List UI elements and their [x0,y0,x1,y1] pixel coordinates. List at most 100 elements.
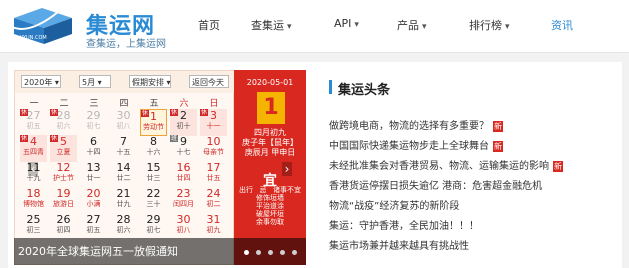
holiday-badge: 休 [20,135,29,142]
calendar-day[interactable]: 29 初七 [140,213,167,240]
day-number: 20 [86,187,101,200]
selected-date: 2020-05-01 [246,78,294,87]
yi-item: 破屋坏垣 [256,210,284,218]
day-number: 28 [116,213,131,226]
calendar-day[interactable]: 12 护士节 [50,161,77,188]
today-button[interactable]: 返回今天 [189,75,229,88]
weekday-label: 六 [179,99,189,109]
day-lunar: 初八 [116,122,131,130]
calendar-day[interactable]: 16 廿四 [170,161,197,188]
day-lunar: 廿四 [176,174,191,182]
calendar-day[interactable]: 休 27 初五 [20,109,47,136]
chevron-down-icon: ▾ [354,20,359,30]
calendar-day[interactable]: 15 廿三 [140,161,167,188]
year-select[interactable]: 2020年 ▾ [21,75,61,88]
calendar-day[interactable]: 17 廿五 [200,161,227,188]
calendar: 2020年 ▾ 5月 ▾ 假期安排 ▾ 返回今天 一二三四五六日 休 27 初五休 2… [14,70,235,265]
calendar-day[interactable]: 21 廿九 [110,187,137,214]
slider-prev-arrow[interactable]: ‹ [28,162,38,176]
yi-item: 余事勿取 [256,218,284,226]
day-lunar: 廿二 [116,174,131,182]
calendar-day[interactable]: 7 十五 [110,135,137,162]
day-lunar: 初七 [146,226,161,234]
nav-home[interactable]: 首页 [198,17,220,33]
slider-next-arrow[interactable]: › [282,162,292,176]
news-item[interactable]: 香港货运停摆日损失逾亿 港商：危害超金融危机 [329,177,542,192]
calendar-day[interactable]: 24 初二 [200,187,227,214]
day-lunar: 闰四月 [173,200,194,208]
calendar-day[interactable]: 30 初八 [170,213,197,240]
day-lunar: 小满 [86,200,101,208]
calendar-day[interactable]: 班 9 十七 [170,135,197,162]
holiday-badge: 休 [50,109,59,116]
day-number: 19 [56,187,71,200]
holiday-badge: 休 [141,110,150,117]
day-lunar: 初五 [26,122,41,130]
calendar-day[interactable]: 6 十四 [80,135,107,162]
yi-item: 平治道涂 [256,202,284,210]
news-item[interactable]: 中国国际快递集运物步走上全球舞台新 [329,137,503,152]
calendar-day[interactable]: 23 闰四月 [170,187,197,214]
day-number: 22 [146,187,161,200]
calendar-day[interactable]: 休 2 初十 [170,109,197,136]
new-badge: 新 [493,141,503,152]
calendar-day[interactable]: 休 3 十一 [200,109,227,136]
calendar-day[interactable]: 29 初七 [80,109,107,136]
day-lunar: 廿三 [146,174,161,182]
site-logo[interactable]: JIYUN.COM 集运网 查集运，上集运网 [8,4,168,50]
day-lunar: 十一 [206,122,221,130]
holiday-badge: 休 [200,109,209,116]
slider-dot[interactable] [280,250,285,255]
nav-query[interactable]: 查集运 ▾ [251,17,292,33]
calendar-day[interactable]: 8 十六 [140,135,167,162]
calendar-day[interactable]: 22 三十 [140,187,167,214]
calendar-day[interactable]: 14 廿二 [110,161,137,188]
day-number: 29 [146,213,161,226]
banner-slider[interactable]: 2020年 ▾ 5月 ▾ 假期安排 ▾ 返回今天 一二三四五六日 休 27 初五休 2… [14,70,306,265]
yi-item: 出行 [239,186,253,194]
nav-api[interactable]: API ▾ [334,17,359,30]
chevron-down-icon: ▾ [422,22,427,32]
calendar-day[interactable]: 30 初八 [110,109,137,136]
nav-ranking[interactable]: 排行榜 ▾ [469,17,510,33]
calendar-day[interactable]: 31 初九 [200,213,227,240]
holiday-select[interactable]: 假期安排 ▾ [129,75,171,88]
day-number: 10 [206,135,221,148]
nav-news[interactable]: 资讯 [551,17,573,33]
calendar-day[interactable]: 休 5 立夏 [50,135,77,162]
day-lunar: 初四 [56,226,71,234]
news-item[interactable]: 集运：守护香港，全民加油！！！ [329,217,479,232]
yi-ji-items: 出行 忌 诸事不宜 修饰垣墙 平治道涂 破屋坏垣 余事勿取 [239,186,301,226]
slider-dot[interactable] [268,250,273,255]
calendar-day[interactable]: 休 28 初六 [50,109,77,136]
slider-dot[interactable] [244,250,249,255]
calendar-day[interactable]: 10 母亲节 [200,135,227,162]
news-item[interactable]: 集运市场兼并越来越具有挑战性 [329,237,469,252]
calendar-day[interactable]: 27 初五 [80,213,107,240]
news-item[interactable]: 未经批准集会对香港贸易、物流、运输集运的影响新 [329,157,563,172]
holiday-badge: 休 [170,109,179,116]
ji-label: 忌 [259,186,267,194]
news-item[interactable]: 物流“战疫”经济复苏的新阶段 [329,197,459,212]
new-badge: 新 [493,121,503,132]
nav-api-label: API [334,17,352,30]
day-lunar: 旅游日 [53,200,74,208]
month-select-value: 5月 [82,78,96,87]
news-item-title: 集运市场兼并越来越具有挑战性 [329,241,469,252]
calendar-day[interactable]: 20 小满 [80,187,107,214]
section-marker [329,80,332,94]
calendar-day[interactable]: 25 初三 [20,213,47,240]
calendar-day[interactable]: 18 博物馆 [20,187,47,214]
calendar-day[interactable]: 28 初六 [110,213,137,240]
slider-dot[interactable] [292,250,297,255]
news-item[interactable]: 做跨境电商，物流的选择有多重要？ 新 [329,117,503,132]
nav-products[interactable]: 产品 ▾ [397,17,427,33]
calendar-day[interactable]: 休 4 五四青 [20,135,47,162]
calendar-day[interactable]: 休 1 劳动节 [140,109,167,136]
calendar-day[interactable]: 19 旅游日 [50,187,77,214]
month-select[interactable]: 5月 ▾ [79,75,111,88]
slider-dot[interactable] [256,250,261,255]
slide-caption-bar[interactable]: 2020年全球集运网五一放假通知 [14,238,306,265]
calendar-day[interactable]: 26 初四 [50,213,77,240]
calendar-day[interactable]: 13 廿一 [80,161,107,188]
